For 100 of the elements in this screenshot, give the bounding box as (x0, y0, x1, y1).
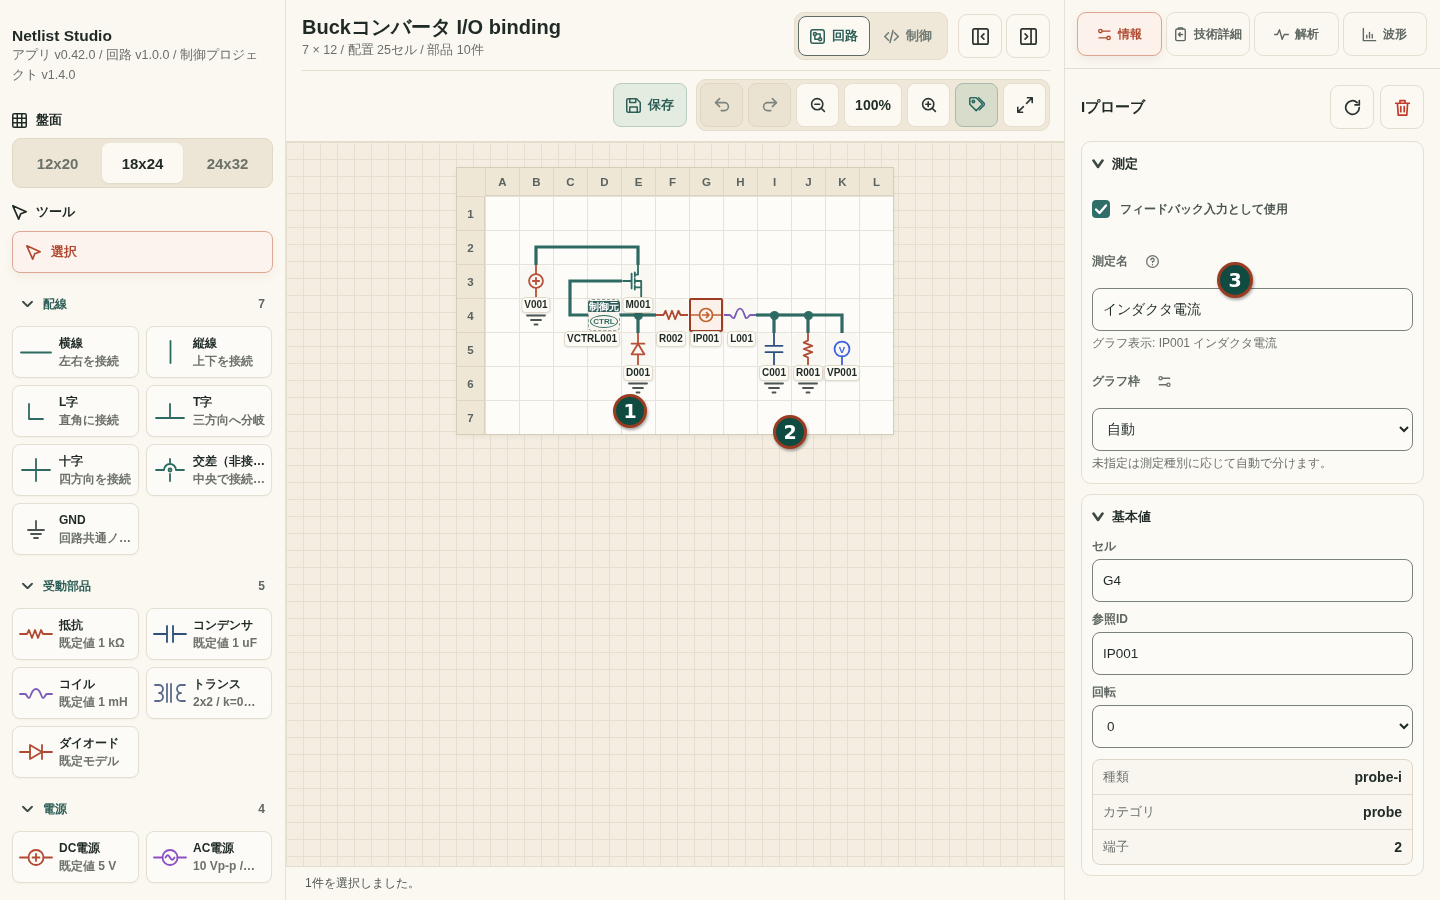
section-title: 盤面 (36, 111, 62, 129)
field-help-text: グラフ表示: IP001 インダクタ電流 (1092, 336, 1279, 351)
fullscreen-button[interactable] (1003, 83, 1046, 127)
refresh-icon (1343, 98, 1361, 116)
palette-item[interactable]: T字 三方向へ分岐 (146, 385, 272, 437)
capacitor-icon[interactable] (758, 333, 790, 365)
component-label: R002 (656, 331, 686, 347)
view-tab[interactable]: 回路 (798, 16, 870, 56)
zoom-out-icon (809, 97, 826, 113)
diode-icon (19, 744, 53, 760)
inspector-tab[interactable]: 波形 (1342, 12, 1427, 56)
component-label: L001 (727, 331, 756, 347)
resistor-icon[interactable] (792, 333, 824, 365)
transistor-icon[interactable] (622, 265, 654, 297)
transformer-icon (154, 683, 186, 703)
zoom-in-icon (920, 97, 937, 113)
component-label: IP001 (689, 331, 723, 347)
group-toggle[interactable]: 配線 (12, 295, 67, 313)
coil-icon (19, 687, 53, 699)
checkbox[interactable] (1092, 200, 1110, 218)
sliders-icon (1158, 374, 1171, 388)
resistor-icon[interactable] (656, 299, 688, 331)
inspector-tab[interactable]: 情報 (1077, 12, 1162, 56)
dc-source-icon (19, 848, 53, 866)
grid-icon (12, 112, 27, 128)
right-panel-toggle[interactable] (1006, 14, 1050, 58)
palette-item[interactable]: DC電源 既定値 5 V (12, 831, 139, 883)
inspector-title: Iプローブ (1081, 97, 1146, 117)
delete-button[interactable] (1380, 85, 1424, 129)
zoom-out-button[interactable] (796, 83, 839, 127)
component-label: M001 (622, 297, 654, 313)
palette-item[interactable]: コイル 既定値 1 mH (12, 667, 139, 719)
palette-item[interactable]: 抵抗 既定値 1 kΩ (12, 608, 139, 660)
junction-dot-icon (769, 310, 779, 320)
select-tool-button[interactable]: 選択 (12, 231, 273, 273)
current-probe-icon[interactable] (689, 298, 723, 332)
property-name: 種類 (1103, 768, 1129, 786)
palette-item[interactable]: コンデンサ 既定値 1 uF (146, 608, 272, 660)
control-source[interactable]: 制御元 CTRL (588, 299, 620, 331)
palette-item[interactable]: L字 直角に接続 (12, 385, 139, 437)
code-icon (884, 28, 899, 44)
component-label: VCTRL001 (564, 331, 620, 347)
inspector-tab[interactable]: 技術詳細 (1165, 12, 1250, 56)
component-label: C001 (759, 365, 789, 381)
field-label: 参照ID (1092, 612, 1129, 626)
palette-item[interactable]: 縦線 上下を接続 (146, 326, 272, 378)
palette-item[interactable]: ダイオード 既定モデル (12, 726, 139, 778)
zoom-level: 100% (844, 83, 902, 127)
ground-icon (798, 382, 818, 394)
wire-crossover-icon (155, 458, 185, 482)
field-label: 回転 (1092, 685, 1117, 699)
board-size-option[interactable]: 12x20 (17, 143, 98, 183)
text-field[interactable]: G4 (1092, 559, 1413, 602)
component-label: D001 (623, 365, 653, 381)
zoom-in-button[interactable] (907, 83, 950, 127)
cursor-icon (12, 204, 27, 220)
section-toggle[interactable]: 測定 (1092, 156, 1138, 172)
palette-item[interactable]: トランス 2x2 / k=0… (146, 667, 272, 719)
crossing-lines-icon (21, 458, 51, 482)
status-message: 1件を選択しました。 (305, 875, 420, 892)
palette-item[interactable]: 横線 左右を接続 (12, 326, 139, 378)
save-icon (626, 97, 641, 113)
group-toggle[interactable]: 電源 (12, 800, 67, 818)
property-name: カテゴリ (1103, 803, 1155, 821)
text-field[interactable]: IP001 (1092, 632, 1413, 675)
field-label: 測定名 (1092, 254, 1128, 268)
coil-icon[interactable] (724, 299, 756, 331)
refresh-button[interactable] (1330, 85, 1374, 129)
palette-item[interactable]: GND 回路共通ノ… (12, 503, 139, 555)
component-label: V001 (521, 297, 551, 313)
pulse-icon (1273, 26, 1289, 42)
inspector-tab[interactable]: 解析 (1254, 12, 1339, 56)
item-count: 4 (258, 802, 265, 816)
voltmeter-icon[interactable]: V (826, 333, 858, 365)
board-size-option[interactable]: 18x24 (102, 143, 183, 183)
property-name: 端子 (1103, 838, 1129, 856)
palette-item[interactable]: 交差（非接… 中央で接続… (146, 444, 272, 496)
save-button[interactable]: 保存 (613, 83, 687, 127)
version-info: アプリ v0.42.0 / 回路 v1.0.0 / 制御プロジェクト v1.4.0 (12, 47, 259, 84)
ground-icon (628, 382, 648, 394)
view-tab[interactable]: 制御 (872, 16, 944, 56)
left-panel-toggle[interactable] (958, 14, 1002, 58)
ac-source-icon (153, 848, 187, 866)
board-size-option[interactable]: 24x32 (187, 143, 268, 183)
undo-icon (713, 97, 730, 113)
measurement-name-field[interactable]: インダクタ電流 (1092, 288, 1413, 331)
palette-item[interactable]: AC電源 10 Vp-p /… (146, 831, 272, 883)
circuit-icon (810, 28, 825, 44)
label-toggle-button[interactable] (955, 83, 998, 127)
graph-frame-select[interactable]: 自動 (1092, 408, 1413, 451)
item-count: 5 (258, 579, 265, 593)
dc-source-icon[interactable] (520, 265, 552, 297)
field-label: セル (1092, 539, 1117, 553)
group-toggle[interactable]: 受動部品 (12, 577, 91, 595)
junction-dot-icon (803, 310, 813, 320)
palette-item[interactable]: 十字 四方向を接続 (12, 444, 139, 496)
select-field[interactable]: 0 (1092, 705, 1413, 748)
section-toggle[interactable]: 基本値 (1092, 509, 1151, 525)
diode-icon[interactable] (622, 333, 654, 365)
app-title: Netlist Studio (12, 27, 113, 45)
